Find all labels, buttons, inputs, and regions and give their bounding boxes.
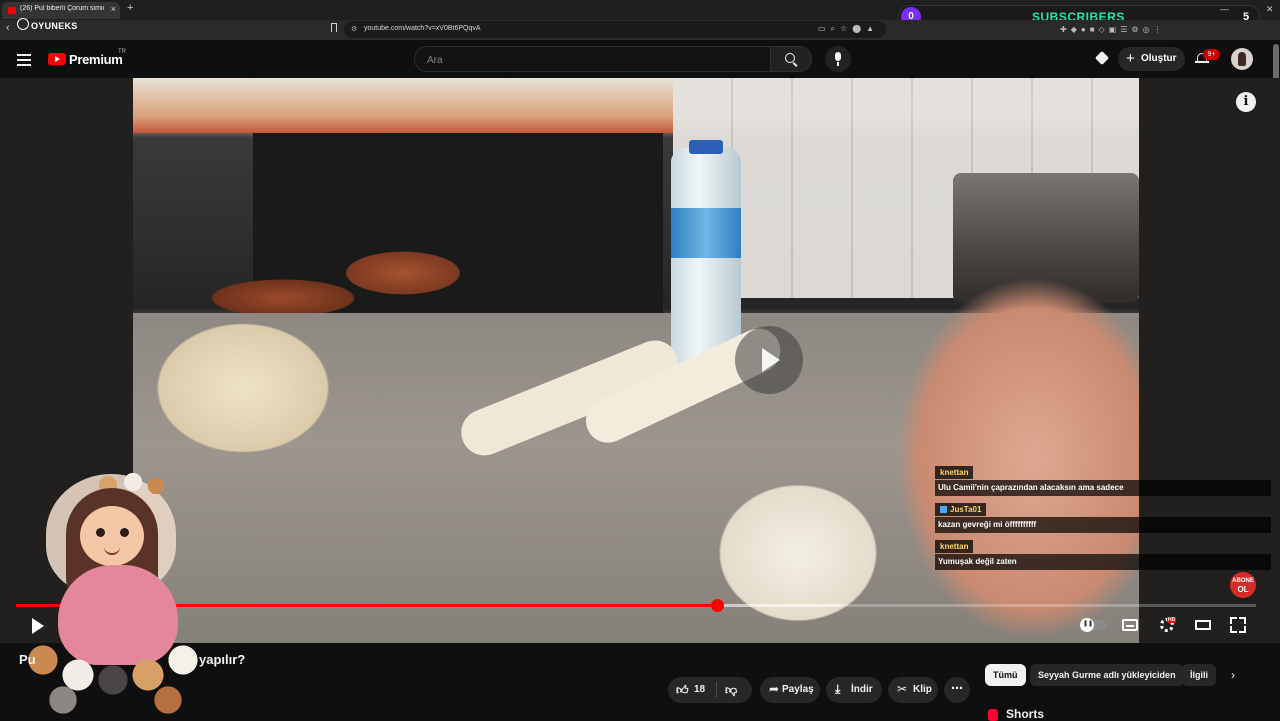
info-icon[interactable]: i [1236,92,1256,112]
more-icon: ⋯ [951,681,963,695]
plus-icon: + [1126,50,1135,67]
download-button[interactable]: ⤓ İndir [826,677,882,703]
art-face [80,506,144,566]
subscribe-badge[interactable]: ABONE OL [1230,572,1256,598]
clip-button[interactable]: ✂ Klip [888,677,938,703]
water-bottle [671,140,741,368]
pause-icon [1080,618,1094,632]
ai-create-icon[interactable] [1096,52,1110,66]
theater-mode-icon[interactable] [1195,620,1211,630]
chat-username: JusTa01 [950,505,982,514]
captions-icon[interactable] [1122,619,1138,631]
oyuneks-brand: OYUNEKS [31,21,78,31]
video-title-start: Pu [19,652,36,667]
more-actions-button[interactable]: ⋯ [944,677,970,703]
close-tab-icon[interactable]: × [111,4,116,14]
address-bar-actions[interactable]: ▭⌕☆⬤▲ [818,24,879,34]
subscribe-badge-top: ABONE [1232,578,1254,584]
clip-label: Klip [913,684,932,695]
logo-country: TR [118,49,126,55]
voice-search-button[interactable] [825,46,851,72]
create-button[interactable]: + Oluştur [1118,47,1185,71]
share-label: Paylaş [782,684,814,695]
video-title-end: yapılır? [199,652,246,667]
microphone-stand [837,62,839,66]
video-title: Pu yapılır? [19,652,245,667]
chat-text: Yumuşak değil zaten [935,554,1271,570]
fullscreen-icon[interactable] [1230,617,1246,633]
dough-in-hand [688,458,918,643]
like-dislike-group: 👍︎ 18 👎︎ [668,677,752,703]
like-icon[interactable]: 👍︎ [676,683,689,698]
chip-related[interactable]: İlgili [1182,664,1216,686]
menu-icon[interactable] [17,54,31,66]
url-field[interactable]: ⚙ youtube.com/watch?v=xV0Bt6PQqvA [344,21,886,38]
extension-icons[interactable]: ✚◆●■◇▣☰⚙◎⋮ [1060,25,1166,34]
bookmark-icon[interactable] [331,23,337,32]
hd-badge: HD [1167,617,1177,623]
chat-text: kazan gevreği mi öffffffffff [935,517,1271,533]
back-arrow-icon[interactable]: ‹ [6,22,10,34]
bottle-cap [689,140,723,154]
chat-username: knettan [935,540,974,553]
avatar[interactable] [1231,48,1253,70]
twitter-badge-icon [940,506,947,513]
art-eye [120,528,129,537]
youtube-favicon-icon [8,7,16,14]
search-box[interactable] [414,46,771,72]
youtube-play-logo-icon [48,53,66,65]
art-eye [96,528,105,537]
close-window-icon[interactable]: ✕ [1266,4,1274,15]
divider [716,682,717,698]
chat-message: knettan Yumuşak değil zaten [935,536,1271,570]
chat-username-with-badge: JusTa01 [935,503,987,516]
streamer-cat-avatar-art [18,470,218,715]
chat-message: JusTa01 kazan gevreği mi öffffffffff [935,499,1271,533]
minimize-icon[interactable]: — [1220,4,1229,14]
logo-text: Premium [69,52,123,67]
chip-all[interactable]: Tümü [985,664,1026,686]
shorts-logo-icon [988,709,998,721]
chat-text: Ulu Camii'nin çaprazından alacaksın ama … [935,480,1271,496]
shorts-label: Shorts [1006,707,1045,721]
big-play-icon[interactable] [735,326,803,394]
site-info-icon[interactable]: ⚙ [351,25,357,33]
chevron-right-icon[interactable]: › [1231,668,1235,682]
live-chat-overlay: knettan Ulu Camii'nin çaprazından alacak… [935,462,1271,573]
new-tab-icon[interactable]: + [127,2,133,14]
chat-message: knettan Ulu Camii'nin çaprazından alacak… [935,462,1271,496]
microphone-icon [835,52,841,61]
scrubber-handle[interactable] [710,599,724,612]
bottle-label [671,208,741,258]
oyuneks-emblem-icon [17,18,29,30]
share-button[interactable]: ➦ Paylaş [760,677,820,703]
create-label: Oluştur [1141,53,1177,64]
bell-base [1195,61,1209,63]
tab-title: (26) Pul biberli Çorum simidi [20,5,104,12]
notification-badge: 9+ [1203,49,1220,60]
browser-tab[interactable]: (26) Pul biberli Çorum simidi × [2,2,120,19]
subscribe-badge-bottom: OL [1237,585,1249,594]
chip-from-uploader[interactable]: Seyyah Gurme adlı yükleyiciden [1030,664,1184,686]
scissors-icon: ✂ [897,682,908,696]
share-icon: ➦ [769,682,780,696]
dough-pile [133,288,393,488]
like-count[interactable]: 18 [694,684,705,695]
art-cats [18,620,218,715]
download-icon: ⤓ [835,682,841,696]
search-icon [785,53,795,63]
chat-username: knettan [935,466,974,479]
download-label: İndir [851,684,873,695]
search-input[interactable] [425,51,759,69]
url-text: youtube.com/watch?v=xV0Bt6PQqvA [364,25,481,32]
search-button[interactable] [770,46,812,72]
dislike-icon[interactable]: 👎︎ [725,683,737,698]
oven-hood [133,78,673,133]
autoplay-toggle[interactable] [1080,618,1106,632]
